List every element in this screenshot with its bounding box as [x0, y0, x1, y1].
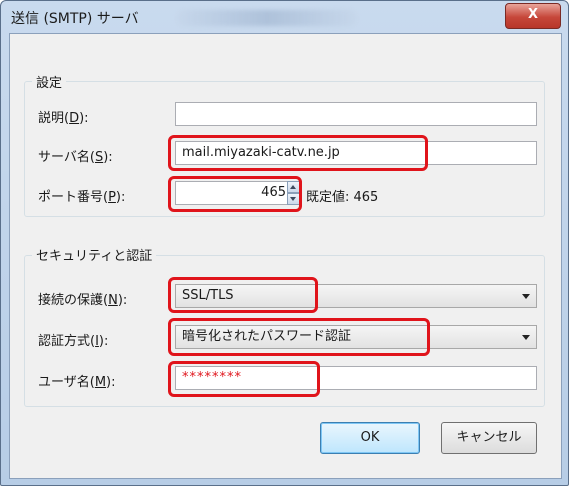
auth-method-value: 暗号化されたパスワード認証 — [182, 329, 352, 344]
ok-button[interactable]: OK — [320, 422, 420, 454]
dropdown-arrow-icon — [522, 335, 530, 340]
close-icon: X — [527, 7, 539, 22]
title-bar[interactable]: 送信 (SMTP) サーバ X — [1, 1, 568, 33]
security-group-label: セキュリティと認証 — [32, 245, 157, 264]
dialog-body: 設定 説明(D): サーバ名(S): mail.miyazaki-catv.ne… — [9, 33, 562, 479]
spin-down-icon[interactable] — [287, 193, 300, 205]
server-name-input[interactable]: mail.miyazaki-catv.ne.jp — [175, 141, 537, 165]
connection-security-label: 接続の保護(N): — [38, 293, 128, 308]
port-label: ポート番号(P): — [38, 190, 126, 205]
cancel-button[interactable]: キャンセル — [441, 422, 537, 454]
port-input[interactable]: 465 — [175, 181, 291, 205]
settings-group-label: 設定 — [32, 72, 67, 91]
auth-method-label: 認証方式(I): — [38, 334, 109, 349]
port-default-text: 既定値: 465 — [306, 190, 379, 205]
dialog-window: 送信 (SMTP) サーバ X 設定 説明(D): サーバ名(S): mail.… — [0, 0, 569, 486]
description-input[interactable] — [175, 102, 537, 126]
close-button[interactable]: X — [505, 3, 561, 29]
port-spinner[interactable] — [287, 181, 300, 205]
connection-security-value: SSL/TLS — [182, 288, 234, 303]
auth-method-select[interactable]: 暗号化されたパスワード認証 — [175, 325, 537, 349]
username-input[interactable]: ******** — [175, 366, 537, 390]
server-name-label: サーバ名(S): — [38, 150, 113, 165]
dropdown-arrow-icon — [522, 294, 530, 299]
blurred-title-suffix — [177, 10, 357, 26]
description-label: 説明(D): — [38, 111, 89, 126]
spin-up-icon[interactable] — [287, 181, 300, 193]
connection-security-select[interactable]: SSL/TLS — [175, 284, 537, 308]
username-label: ユーザ名(M): — [38, 375, 116, 390]
window-title: 送信 (SMTP) サーバ — [11, 11, 139, 27]
